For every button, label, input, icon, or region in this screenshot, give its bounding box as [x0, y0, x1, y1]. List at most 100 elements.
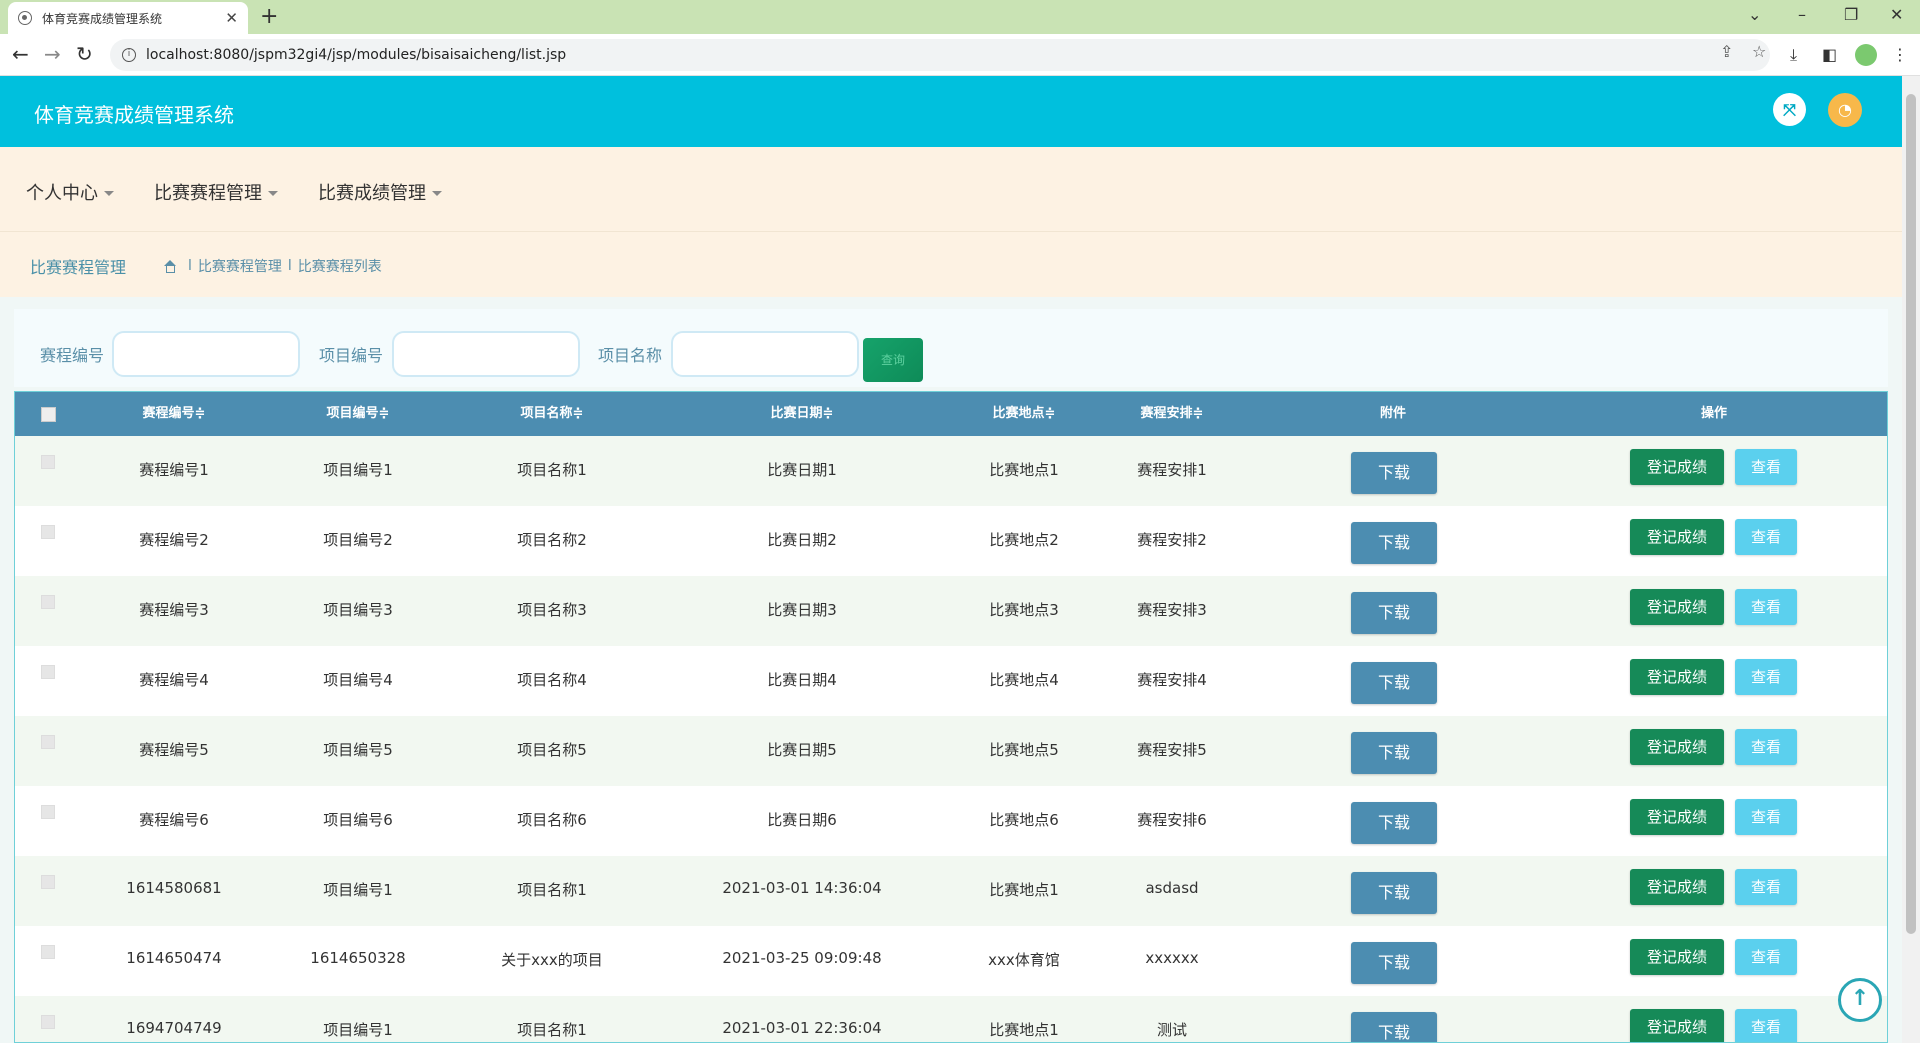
search-label-project-name: 项目名称	[598, 346, 663, 365]
forward-icon[interactable]: →	[44, 42, 61, 66]
table-cell: 2021-03-01 22:36:04	[722, 1019, 882, 1037]
close-tab-icon[interactable]: ✕	[225, 9, 238, 27]
table-cell: 项目名称1	[517, 1021, 587, 1039]
table-cell: 赛程编号2	[139, 531, 209, 549]
breadcrumb: l 比赛赛程管理 l 比赛赛程列表	[163, 256, 382, 276]
scrollbar-thumb[interactable]	[1906, 94, 1916, 934]
row-checkbox[interactable]	[41, 455, 55, 469]
register-score-button[interactable]: 登记成绩	[1630, 1009, 1724, 1042]
table-cell: 比赛日期2	[767, 531, 837, 549]
page-scrollbar[interactable]	[1902, 76, 1920, 1043]
site-icon	[18, 11, 32, 25]
back-icon[interactable]: ←	[12, 42, 29, 66]
row-checkbox[interactable]	[41, 1015, 55, 1029]
profile-avatar-icon[interactable]	[1855, 44, 1877, 66]
register-score-button[interactable]: 登记成绩	[1630, 799, 1724, 835]
view-button[interactable]: 查看	[1735, 1009, 1797, 1042]
tab-search-icon[interactable]: ⌄	[1748, 2, 1761, 28]
register-score-button[interactable]: 登记成绩	[1630, 589, 1724, 625]
browser-menu-icon[interactable]: ⋮	[1892, 44, 1908, 66]
register-score-button[interactable]: 登记成绩	[1630, 449, 1724, 485]
col-header-date[interactable]: 比赛日期≑	[771, 392, 834, 436]
page-title: 比赛赛程管理	[30, 258, 127, 277]
site-info-icon[interactable]: i	[122, 48, 136, 62]
view-button[interactable]: 查看	[1735, 729, 1797, 765]
project-name-input[interactable]	[671, 331, 859, 377]
bookmark-star-icon[interactable]: ☆	[1752, 40, 1766, 64]
close-window-icon[interactable]: ✕	[1890, 2, 1903, 28]
download-button[interactable]: 下载	[1351, 522, 1437, 564]
table-cell: 比赛地点2	[989, 531, 1059, 549]
user-avatar-icon[interactable]: ◔	[1828, 93, 1862, 127]
back-to-top-icon[interactable]: ↑	[1838, 978, 1882, 1022]
col-header-location[interactable]: 比赛地点≑	[993, 392, 1056, 436]
row-checkbox[interactable]	[41, 595, 55, 609]
table-cell: 1614650328	[310, 949, 406, 967]
download-icon[interactable]: ⤓	[1790, 44, 1797, 66]
table-cell: xxxxxx	[1145, 949, 1199, 967]
download-button[interactable]: 下载	[1351, 1012, 1437, 1042]
row-checkbox[interactable]	[41, 805, 55, 819]
col-header-project-no[interactable]: 项目编号≑	[327, 392, 390, 436]
register-score-button[interactable]: 登记成绩	[1630, 659, 1724, 695]
nav-item-score-management[interactable]: 比赛成绩管理	[318, 179, 442, 205]
register-score-button[interactable]: 登记成绩	[1630, 519, 1724, 555]
view-button[interactable]: 查看	[1735, 589, 1797, 625]
view-button[interactable]: 查看	[1735, 799, 1797, 835]
row-checkbox[interactable]	[41, 875, 55, 889]
row-checkbox[interactable]	[41, 665, 55, 679]
view-button[interactable]: 查看	[1735, 449, 1797, 485]
table-cell: 比赛日期5	[767, 741, 837, 759]
col-header-actions: 操作	[1700, 406, 1728, 421]
table-row: 赛程编号2 项目编号2 项目名称2 比赛日期2 比赛地点2 赛程安排2 下载 登记成绩 查看	[15, 506, 1887, 576]
table-cell: 比赛日期6	[767, 811, 837, 829]
breadcrumb-item[interactable]: 比赛赛程管理	[198, 256, 282, 276]
fullscreen-icon[interactable]: ⤧	[1773, 93, 1806, 126]
table-row: 1694704749 项目编号1 项目名称1 2021-03-01 22:36:04 比…	[15, 996, 1887, 1042]
download-button[interactable]: 下载	[1351, 802, 1437, 844]
view-button[interactable]: 查看	[1735, 869, 1797, 905]
url-field[interactable]: i localhost:8080/jspm32gi4/jsp/modules/b…	[110, 39, 1770, 71]
register-score-button[interactable]: 登记成绩	[1630, 869, 1724, 905]
new-tab-icon[interactable]: +	[260, 4, 278, 30]
search-button[interactable]: 查询	[863, 338, 923, 382]
share-icon[interactable]: ⇪	[1720, 40, 1733, 64]
schedule-no-input[interactable]	[112, 331, 300, 377]
download-button[interactable]: 下载	[1351, 872, 1437, 914]
home-icon[interactable]	[163, 259, 176, 273]
download-button[interactable]: 下载	[1351, 662, 1437, 704]
col-header-schedule-no[interactable]: 赛程编号≑	[143, 392, 206, 436]
register-score-button[interactable]: 登记成绩	[1630, 939, 1724, 975]
view-button[interactable]: 查看	[1735, 519, 1797, 555]
col-header-project-name[interactable]: 项目名称≑	[521, 392, 584, 436]
sidepanel-icon[interactable]: ◧	[1822, 44, 1837, 66]
table-cell: 赛程安排2	[1137, 531, 1207, 549]
browser-tab[interactable]: 体育竞赛成绩管理系统 ✕	[8, 2, 248, 34]
table-cell: 项目编号1	[323, 1021, 393, 1039]
maximize-icon[interactable]: ❐	[1844, 2, 1858, 28]
row-checkbox[interactable]	[41, 525, 55, 539]
table-cell: 比赛地点1	[989, 461, 1059, 479]
view-button[interactable]: 查看	[1735, 939, 1797, 975]
table-cell: 项目编号1	[323, 881, 393, 899]
download-button[interactable]: 下载	[1351, 732, 1437, 774]
table-cell: 比赛日期3	[767, 601, 837, 619]
row-checkbox[interactable]	[41, 735, 55, 749]
nav-item-personal-center[interactable]: 个人中心	[26, 179, 114, 205]
download-button[interactable]: 下载	[1351, 452, 1437, 494]
nav-item-schedule-management[interactable]: 比赛赛程管理	[154, 179, 278, 205]
view-button[interactable]: 查看	[1735, 659, 1797, 695]
url-text: localhost:8080/jspm32gi4/jsp/modules/bis…	[146, 47, 567, 63]
minimize-icon[interactable]: –	[1798, 2, 1806, 28]
table-cell: 项目名称1	[517, 461, 587, 479]
reload-icon[interactable]: ↻	[76, 42, 93, 66]
col-header-arrangement[interactable]: 赛程安排≑	[1141, 392, 1204, 436]
project-no-input[interactable]	[392, 331, 580, 377]
download-button[interactable]: 下载	[1351, 592, 1437, 634]
row-checkbox[interactable]	[41, 945, 55, 959]
table-row: 赛程编号6 项目编号6 项目名称6 比赛日期6 比赛地点6 赛程安排6 下载 登记成绩 查看	[15, 786, 1887, 856]
download-button[interactable]: 下载	[1351, 942, 1437, 984]
select-all-checkbox[interactable]	[41, 407, 56, 422]
breadcrumb-separator: l	[287, 258, 292, 274]
register-score-button[interactable]: 登记成绩	[1630, 729, 1724, 765]
